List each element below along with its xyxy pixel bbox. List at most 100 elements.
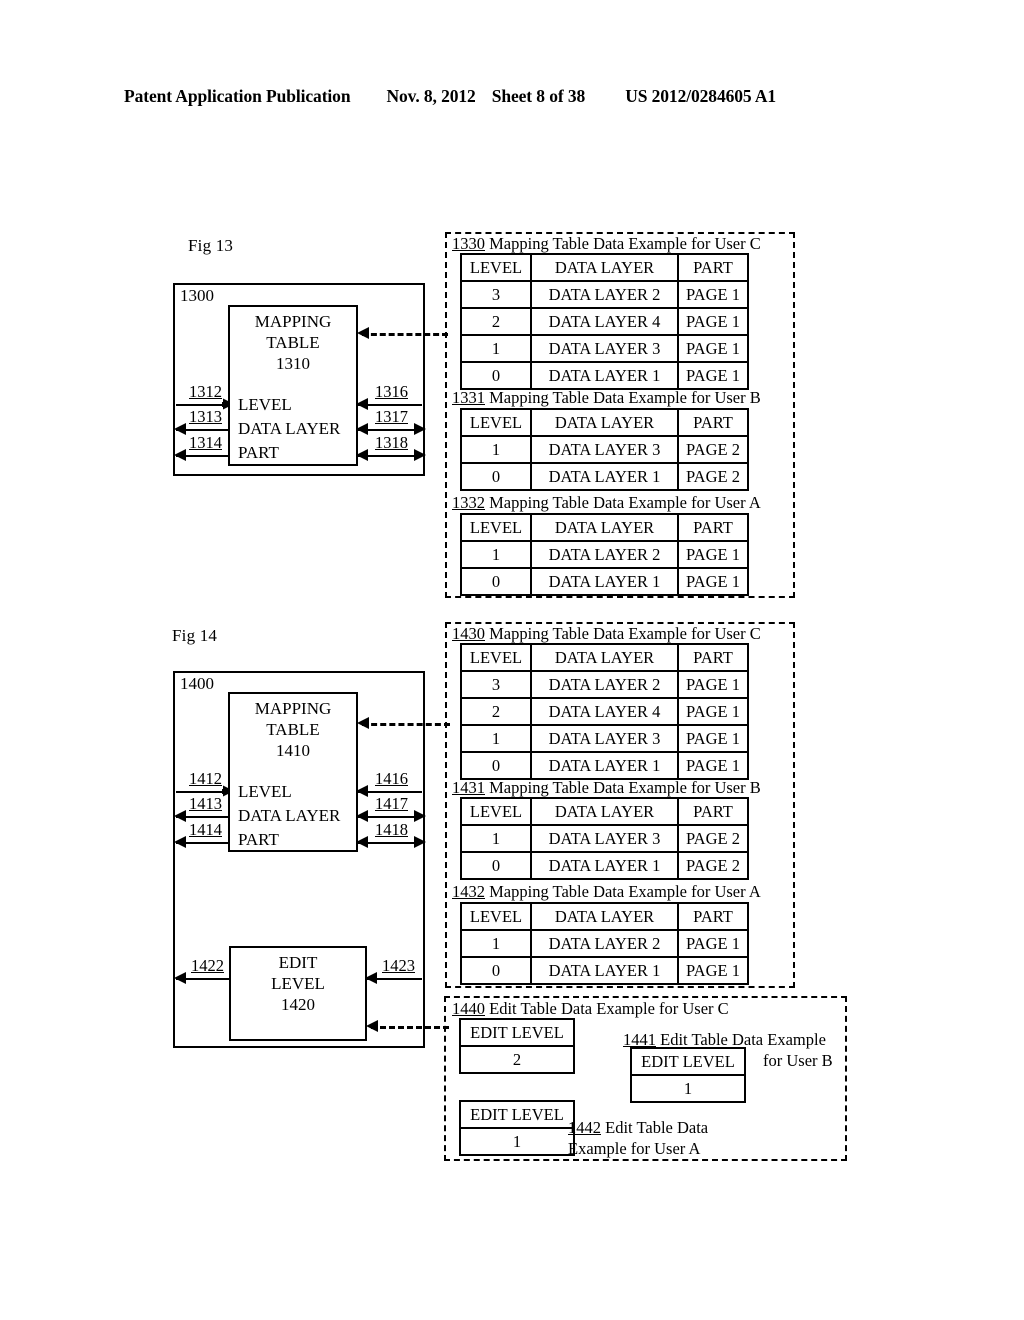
cell-data-layer: DATA LAYER 1 bbox=[530, 567, 679, 596]
patent-number: US 2012/0284605 A1 bbox=[625, 86, 777, 106]
cell-level: 1 bbox=[460, 540, 532, 569]
table-row: 1 DATA LAYER 2 PAGE 1 bbox=[460, 929, 749, 958]
fig13-port-data-layer: DATA LAYER bbox=[238, 419, 341, 438]
col-header-level: LEVEL bbox=[460, 797, 532, 826]
cell-level: 0 bbox=[460, 462, 532, 491]
fig14-table-1432-caption: 1432 Mapping Table Data Example for User… bbox=[452, 882, 761, 902]
fig14-system-box-id: 1400 bbox=[180, 674, 214, 693]
fig13-port-level: LEVEL bbox=[238, 395, 292, 414]
fig14-arrowhead-1418-right bbox=[414, 836, 426, 848]
cell-part: PAGE 2 bbox=[677, 824, 749, 853]
fig14-table-1431-caption-text: Mapping Table Data Example for User B bbox=[485, 778, 761, 797]
col-header-edit-level: EDIT LEVEL bbox=[459, 1018, 575, 1047]
cell-data-layer: DATA LAYER 2 bbox=[530, 540, 679, 569]
fig14-arrowhead-1413 bbox=[174, 810, 186, 822]
edit-table-1442-num: 1442 bbox=[568, 1118, 601, 1137]
fig14-ref-1422: 1422 bbox=[190, 956, 225, 976]
fig14-ref-1416: 1416 bbox=[374, 769, 409, 789]
cell-part: PAGE 1 bbox=[677, 334, 749, 363]
cell-data-layer: DATA LAYER 3 bbox=[530, 334, 679, 363]
edit-table-1442-caption-line1: 1442 Edit Table Data bbox=[568, 1117, 708, 1138]
cell-part: PAGE 1 bbox=[677, 724, 749, 753]
fig13-ref-1314: 1314 bbox=[188, 433, 223, 453]
fig14-table-1430-num: 1430 bbox=[452, 624, 485, 643]
cell-part: PAGE 1 bbox=[677, 361, 749, 390]
page-header: Patent Application Publication Nov. 8, 2… bbox=[124, 86, 904, 107]
table-row: 1 bbox=[630, 1074, 746, 1103]
cell-data-layer: DATA LAYER 4 bbox=[530, 307, 679, 336]
table-row: 0 DATA LAYER 1 PAGE 1 bbox=[460, 956, 749, 985]
cell-level: 1 bbox=[460, 435, 532, 464]
fig14-ref-1423: 1423 bbox=[381, 956, 416, 976]
fig14-table-1431: LEVEL DATA LAYER PART 1 DATA LAYER 3 PAG… bbox=[460, 797, 749, 880]
fig13-table-1331-caption: 1331 Mapping Table Data Example for User… bbox=[452, 388, 761, 408]
col-header-level: LEVEL bbox=[460, 513, 532, 542]
col-header-level: LEVEL bbox=[460, 253, 532, 282]
col-header-part: PART bbox=[677, 902, 749, 931]
table-header-row: EDIT LEVEL bbox=[630, 1047, 746, 1076]
fig14-edit-title-line2: LEVEL bbox=[271, 974, 325, 993]
col-header-level: LEVEL bbox=[460, 902, 532, 931]
cell-level: 1 bbox=[460, 724, 532, 753]
fig14-mapping-block-id: 1410 bbox=[276, 741, 310, 760]
cell-level: 0 bbox=[460, 567, 532, 596]
sheet-number: Sheet 8 of 38 bbox=[491, 86, 586, 106]
cell-part: PAGE 1 bbox=[677, 567, 749, 596]
cell-part: PAGE 1 bbox=[677, 929, 749, 958]
edit-table-1441-caption-line2: for User B bbox=[763, 1051, 833, 1070]
fig14-edit-dashed-connector bbox=[371, 1026, 449, 1029]
cell-part: PAGE 1 bbox=[677, 670, 749, 699]
table-row: 3 DATA LAYER 2 PAGE 1 bbox=[460, 280, 749, 309]
cell-part: PAGE 2 bbox=[677, 851, 749, 880]
cell-data-layer: DATA LAYER 1 bbox=[530, 851, 679, 880]
fig13-table-1331-caption-text: Mapping Table Data Example for User B bbox=[485, 388, 761, 407]
fig14-table-1430: LEVEL DATA LAYER PART 3 DATA LAYER 2 PAG… bbox=[460, 643, 749, 780]
edit-table-1442-caption-line2: Example for User A bbox=[568, 1139, 701, 1158]
cell-data-layer: DATA LAYER 1 bbox=[530, 956, 679, 985]
fig14-port-part: PART bbox=[238, 830, 279, 849]
table-row: 0 DATA LAYER 1 PAGE 1 bbox=[460, 567, 749, 596]
fig14-table-1432-num: 1432 bbox=[452, 882, 485, 901]
table-row: 2 DATA LAYER 4 PAGE 1 bbox=[460, 697, 749, 726]
cell-edit-level: 2 bbox=[459, 1045, 575, 1074]
fig14-table-1431-num: 1431 bbox=[452, 778, 485, 797]
fig13-arrowhead-1314 bbox=[174, 449, 186, 461]
fig13-label: Fig 13 bbox=[188, 236, 234, 255]
cell-data-layer: DATA LAYER 2 bbox=[530, 280, 679, 309]
fig13-table-1331-num: 1331 bbox=[452, 388, 485, 407]
fig14-table-1432-caption-text: Mapping Table Data Example for User A bbox=[485, 882, 761, 901]
table-row: 1 DATA LAYER 3 PAGE 1 bbox=[460, 334, 749, 363]
cell-edit-level: 1 bbox=[630, 1074, 746, 1103]
fig13-mapping-title-line1: MAPPING bbox=[254, 312, 332, 331]
cell-data-layer: DATA LAYER 3 bbox=[530, 724, 679, 753]
fig13-table-1332-num: 1332 bbox=[452, 493, 485, 512]
edit-table-1440-caption: 1440 Edit Table Data Example for User C bbox=[452, 999, 729, 1019]
col-header-part: PART bbox=[677, 253, 749, 282]
edit-table-1442: EDIT LEVEL 1 bbox=[459, 1100, 575, 1156]
cell-part: PAGE 1 bbox=[677, 540, 749, 569]
fig14-arrowhead-1422 bbox=[174, 972, 186, 984]
cell-part: PAGE 1 bbox=[677, 697, 749, 726]
col-header-edit-level: EDIT LEVEL bbox=[459, 1100, 575, 1129]
fig13-ref-1313: 1313 bbox=[188, 407, 223, 427]
col-header-level: LEVEL bbox=[460, 408, 532, 437]
table-row: 0 DATA LAYER 1 PAGE 1 bbox=[460, 361, 749, 390]
cell-data-layer: DATA LAYER 2 bbox=[530, 670, 679, 699]
table-header-row: LEVEL DATA LAYER PART bbox=[460, 902, 749, 931]
col-header-data-layer: DATA LAYER bbox=[530, 643, 679, 672]
fig13-table-1332-caption: 1332 Mapping Table Data Example for User… bbox=[452, 493, 761, 513]
cell-data-layer: DATA LAYER 1 bbox=[530, 751, 679, 780]
cell-level: 2 bbox=[460, 307, 532, 336]
fig14-ref-1412: 1412 bbox=[188, 769, 223, 789]
table-row: 2 DATA LAYER 4 PAGE 1 bbox=[460, 307, 749, 336]
col-header-part: PART bbox=[677, 643, 749, 672]
fig14-table-1432: LEVEL DATA LAYER PART 1 DATA LAYER 2 PAG… bbox=[460, 902, 749, 985]
edit-table-1440-num: 1440 bbox=[452, 999, 485, 1018]
col-header-data-layer: DATA LAYER bbox=[530, 797, 679, 826]
edit-table-1441: EDIT LEVEL 1 bbox=[630, 1047, 746, 1103]
fig13-dashed-arrowhead bbox=[357, 327, 369, 339]
table-row: 1 DATA LAYER 3 PAGE 2 bbox=[460, 435, 749, 464]
fig13-table-1331: LEVEL DATA LAYER PART 1 DATA LAYER 3 PAG… bbox=[460, 408, 749, 491]
cell-part: PAGE 1 bbox=[677, 956, 749, 985]
cell-level: 3 bbox=[460, 670, 532, 699]
